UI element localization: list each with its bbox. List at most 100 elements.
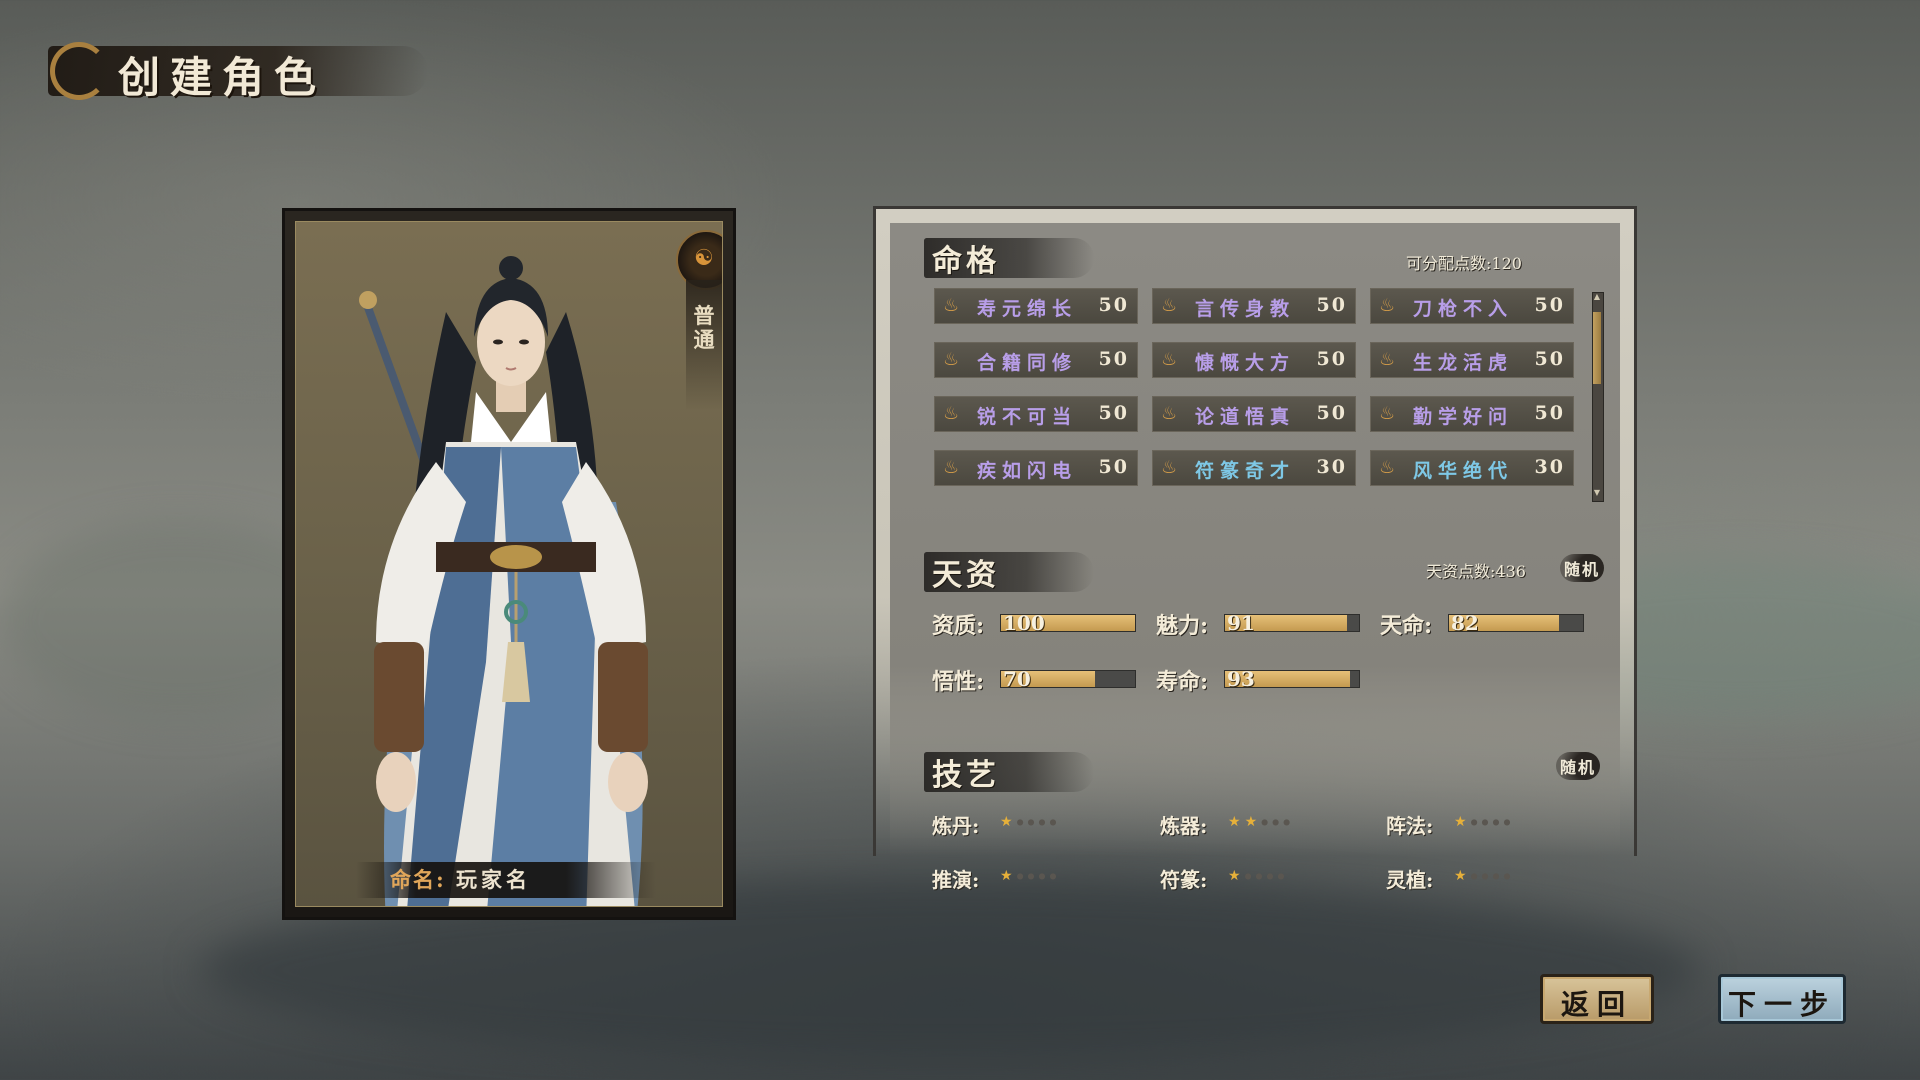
fate-trait-item[interactable]: ♨ 锐不可当 50 <box>934 396 1138 432</box>
fate-trait-value: 50 <box>1098 348 1129 370</box>
fate-trait-item[interactable]: ♨ 刀枪不入 50 <box>1370 288 1574 324</box>
flame-icon: ♨ <box>1161 403 1178 424</box>
fate-trait-label: 论道悟真 <box>1195 406 1296 428</box>
fate-trait-label: 合籍同修 <box>977 352 1078 374</box>
character-name-field[interactable]: 玩家名 <box>456 864 531 894</box>
fate-trait-item[interactable]: ♨ 慷慨大方 50 <box>1152 342 1356 378</box>
fate-trait-label: 刀枪不入 <box>1413 298 1514 320</box>
skill-label: 阵法: <box>1386 814 1434 838</box>
meditation-icon: ☯ <box>694 246 714 271</box>
skill-star-rating: ★●●●● <box>1228 868 1289 884</box>
scroll-down-icon[interactable]: ▼ <box>1593 488 1601 497</box>
star-filled-icon: ★ <box>1228 814 1245 830</box>
talent-stat-label: 魅力: <box>1156 613 1209 639</box>
skill-label: 炼丹: <box>932 814 980 838</box>
next-step-button-label: 下一步 <box>1727 988 1836 1021</box>
star-empty-icon: ● <box>1244 871 1256 881</box>
skill-star-rating: ★★●●● <box>1228 814 1294 830</box>
star-empty-icon: ● <box>1272 817 1284 827</box>
star-filled-icon: ★ <box>1454 868 1471 884</box>
fate-trait-label: 言传身教 <box>1195 298 1296 320</box>
talent-stat-label: 天命: <box>1380 613 1433 639</box>
name-label: 命名: <box>390 867 446 892</box>
fate-trait-value: 50 <box>1316 294 1347 316</box>
back-button-label: 返回 <box>1560 988 1633 1021</box>
flame-icon: ♨ <box>1161 457 1178 478</box>
star-filled-icon: ★ <box>1244 814 1262 830</box>
fate-trait-label: 寿元绵长 <box>977 298 1078 320</box>
star-empty-icon: ● <box>1503 871 1515 881</box>
fate-trait-item[interactable]: ♨ 风华绝代 30 <box>1370 450 1574 486</box>
star-empty-icon: ● <box>1470 817 1482 827</box>
skill-label: 符篆: <box>1160 868 1208 892</box>
skill-star-rating: ★●●●● <box>1000 868 1061 884</box>
flame-icon: ♨ <box>1379 403 1396 424</box>
flame-icon: ♨ <box>1161 295 1178 316</box>
fate-points-text: 可分配点数:120 <box>1406 254 1522 273</box>
star-filled-icon: ★ <box>1000 868 1017 884</box>
fate-section-title: 命格 <box>932 244 1000 279</box>
star-empty-icon: ● <box>1049 871 1061 881</box>
star-filled-icon: ★ <box>1228 868 1245 884</box>
fate-trait-item[interactable]: ♨ 论道悟真 50 <box>1152 396 1356 432</box>
star-empty-icon: ● <box>1049 817 1061 827</box>
rarity-label: 普通 <box>693 303 715 352</box>
fate-trait-value: 30 <box>1316 456 1347 478</box>
fate-trait-item[interactable]: ♨ 符篆奇才 30 <box>1152 450 1356 486</box>
next-step-button[interactable]: 下一步 <box>1718 974 1846 1024</box>
talent-stat-bar: 91 <box>1224 611 1360 635</box>
page-header: 创建角色 <box>48 36 428 106</box>
fate-trait-value: 50 <box>1316 402 1347 424</box>
flame-icon: ♨ <box>1379 295 1396 316</box>
skill-section-title: 技艺 <box>932 758 1000 793</box>
fate-trait-label: 锐不可当 <box>977 406 1078 428</box>
talent-stat-value: 93 <box>1227 667 1255 691</box>
skill-star-rating: ★●●●● <box>1000 814 1061 830</box>
fate-trait-item[interactable]: ♨ 疾如闪电 50 <box>934 450 1138 486</box>
flame-icon: ♨ <box>1379 349 1396 370</box>
fate-trait-item[interactable]: ♨ 合籍同修 50 <box>934 342 1138 378</box>
star-empty-icon: ● <box>1470 871 1482 881</box>
star-filled-icon: ★ <box>1000 814 1017 830</box>
talent-stat-label: 悟性: <box>932 669 985 695</box>
talent-stat-label: 资质: <box>932 613 985 639</box>
character-portrait-card: ☯ 普通 命名: 玩家名 <box>282 208 736 920</box>
fate-trait-item[interactable]: ♨ 生龙活虎 50 <box>1370 342 1574 378</box>
fate-trait-label: 疾如闪电 <box>977 460 1078 482</box>
talent-stat-value: 100 <box>1003 611 1045 635</box>
fate-trait-value: 50 <box>1534 402 1565 424</box>
star-filled-icon: ★ <box>1454 814 1471 830</box>
star-empty-icon: ● <box>1503 817 1515 827</box>
skill-label: 灵植: <box>1386 868 1434 892</box>
flame-icon: ♨ <box>943 349 960 370</box>
fate-trait-value: 50 <box>1534 348 1565 370</box>
talent-stat-value: 82 <box>1451 611 1479 635</box>
fate-trait-label: 慷慨大方 <box>1195 352 1296 374</box>
fate-trait-item[interactable]: ♨ 勤学好问 50 <box>1370 396 1574 432</box>
scroll-up-icon[interactable]: ▲ <box>1593 292 1601 301</box>
star-empty-icon: ● <box>1016 817 1028 827</box>
flame-icon: ♨ <box>943 457 960 478</box>
star-empty-icon: ● <box>1027 817 1039 827</box>
skill-star-rating: ★●●●● <box>1454 814 1515 830</box>
title-swirl-icon <box>50 42 108 100</box>
star-empty-icon: ● <box>1481 817 1493 827</box>
talent-random-label[interactable]: 随机 <box>1564 556 1600 580</box>
fate-trait-item[interactable]: ♨ 寿元绵长 50 <box>934 288 1138 324</box>
portrait-frame: ☯ 普通 命名: 玩家名 <box>295 221 723 907</box>
talent-stat-bar: 100 <box>1000 611 1136 635</box>
star-empty-icon: ● <box>1277 871 1289 881</box>
star-empty-icon: ● <box>1261 817 1273 827</box>
talent-stat-value: 70 <box>1003 667 1031 691</box>
fate-scrollbar-thumb[interactable] <box>1593 312 1601 384</box>
page-title: 创建角色 <box>118 53 327 102</box>
talent-stat-label: 寿命: <box>1156 669 1209 695</box>
star-empty-icon: ● <box>1266 871 1278 881</box>
back-button[interactable]: 返回 <box>1540 974 1654 1024</box>
flame-icon: ♨ <box>1379 457 1396 478</box>
talent-stat-bar: 93 <box>1224 667 1360 691</box>
flame-icon: ♨ <box>943 403 960 424</box>
fate-trait-item[interactable]: ♨ 言传身教 50 <box>1152 288 1356 324</box>
skill-random-label[interactable]: 随机 <box>1560 754 1596 778</box>
fate-trait-label: 风华绝代 <box>1413 460 1514 482</box>
